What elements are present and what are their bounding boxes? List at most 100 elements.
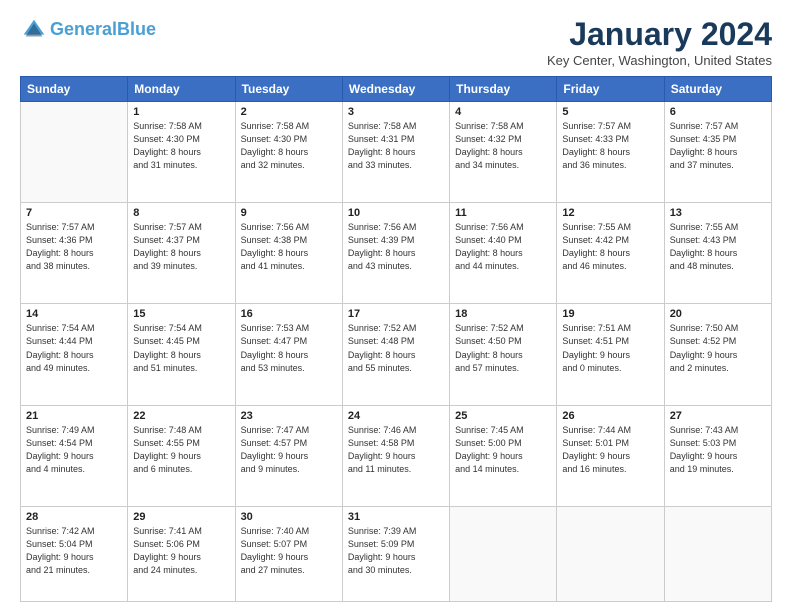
table-row: 11 Sunrise: 7:56 AMSunset: 4:40 PMDayligh… bbox=[450, 203, 557, 304]
day-info: Sunrise: 7:57 AMSunset: 4:36 PMDaylight:… bbox=[26, 221, 122, 273]
table-row bbox=[664, 506, 771, 601]
day-info: Sunrise: 7:53 AMSunset: 4:47 PMDaylight:… bbox=[241, 322, 337, 374]
calendar-week-row: 14 Sunrise: 7:54 AMSunset: 4:44 PMDayligh… bbox=[21, 304, 772, 405]
table-row: 31 Sunrise: 7:39 AMSunset: 5:09 PMDayligh… bbox=[342, 506, 449, 601]
day-info: Sunrise: 7:58 AMSunset: 4:30 PMDaylight:… bbox=[133, 120, 229, 172]
day-info: Sunrise: 7:49 AMSunset: 4:54 PMDaylight:… bbox=[26, 424, 122, 476]
day-info: Sunrise: 7:39 AMSunset: 5:09 PMDaylight:… bbox=[348, 525, 444, 577]
day-number: 28 bbox=[26, 511, 122, 523]
day-info: Sunrise: 7:40 AMSunset: 5:07 PMDaylight:… bbox=[241, 525, 337, 577]
day-info: Sunrise: 7:41 AMSunset: 5:06 PMDaylight:… bbox=[133, 525, 229, 577]
calendar-week-row: 1 Sunrise: 7:58 AMSunset: 4:30 PMDaylight… bbox=[21, 102, 772, 203]
table-row: 5 Sunrise: 7:57 AMSunset: 4:33 PMDaylight… bbox=[557, 102, 664, 203]
day-info: Sunrise: 7:45 AMSunset: 5:00 PMDaylight:… bbox=[455, 424, 551, 476]
table-row: 16Sunrise: 7:53 AMSunset: 4:47 PMDayligh… bbox=[235, 304, 342, 405]
day-info: Sunrise: 7:56 AMSunset: 4:38 PMDaylight:… bbox=[241, 221, 337, 273]
table-row: 26Sunrise: 7:44 AMSunset: 5:01 PMDayligh… bbox=[557, 405, 664, 506]
logo: GeneralBlue bbox=[20, 16, 156, 44]
day-number: 25 bbox=[455, 410, 551, 422]
calendar-week-row: 21 Sunrise: 7:49 AMSunset: 4:54 PMDayligh… bbox=[21, 405, 772, 506]
day-info: Sunrise: 7:57 AMSunset: 4:35 PMDaylight:… bbox=[670, 120, 766, 172]
day-number: 14 bbox=[26, 308, 122, 320]
col-friday: Friday bbox=[557, 77, 664, 102]
day-info: Sunrise: 7:54 AMSunset: 4:44 PMDaylight:… bbox=[26, 322, 122, 374]
table-row: 19Sunrise: 7:51 AMSunset: 4:51 PMDayligh… bbox=[557, 304, 664, 405]
table-row: 28 Sunrise: 7:42 AMSunset: 5:04 PMDayligh… bbox=[21, 506, 128, 601]
day-info: Sunrise: 7:58 AMSunset: 4:32 PMDaylight:… bbox=[455, 120, 551, 172]
day-number: 24 bbox=[348, 410, 444, 422]
table-row bbox=[21, 102, 128, 203]
day-number: 22 bbox=[133, 410, 229, 422]
day-info: Sunrise: 7:56 AMSunset: 4:39 PMDaylight:… bbox=[348, 221, 444, 273]
day-info: Sunrise: 7:50 AMSunset: 4:52 PMDaylight:… bbox=[670, 322, 766, 374]
day-number: 11 bbox=[455, 207, 551, 219]
logo-icon bbox=[20, 16, 48, 44]
table-row: 30 Sunrise: 7:40 AMSunset: 5:07 PMDayligh… bbox=[235, 506, 342, 601]
table-row: 1 Sunrise: 7:58 AMSunset: 4:30 PMDaylight… bbox=[128, 102, 235, 203]
day-info: Sunrise: 7:58 AMSunset: 4:31 PMDaylight:… bbox=[348, 120, 444, 172]
day-info: Sunrise: 7:47 AMSunset: 4:57 PMDaylight:… bbox=[241, 424, 337, 476]
day-info: Sunrise: 7:55 AMSunset: 4:42 PMDaylight:… bbox=[562, 221, 658, 273]
day-number: 19 bbox=[562, 308, 658, 320]
table-row: 14 Sunrise: 7:54 AMSunset: 4:44 PMDayligh… bbox=[21, 304, 128, 405]
day-info: Sunrise: 7:54 AMSunset: 4:45 PMDaylight:… bbox=[133, 322, 229, 374]
day-number: 23 bbox=[241, 410, 337, 422]
day-number: 1 bbox=[133, 106, 229, 118]
day-number: 20 bbox=[670, 308, 766, 320]
day-number: 30 bbox=[241, 511, 337, 523]
table-row: 4 Sunrise: 7:58 AMSunset: 4:32 PMDaylight… bbox=[450, 102, 557, 203]
col-saturday: Saturday bbox=[664, 77, 771, 102]
day-number: 21 bbox=[26, 410, 122, 422]
table-row: 27 Sunrise: 7:43 AMSunset: 5:03 PMDayligh… bbox=[664, 405, 771, 506]
day-info: Sunrise: 7:48 AMSunset: 4:55 PMDaylight:… bbox=[133, 424, 229, 476]
calendar-header-row: Sunday Monday Tuesday Wednesday Thursday… bbox=[21, 77, 772, 102]
table-row: 7 Sunrise: 7:57 AMSunset: 4:36 PMDaylight… bbox=[21, 203, 128, 304]
table-row: 29Sunrise: 7:41 AMSunset: 5:06 PMDayligh… bbox=[128, 506, 235, 601]
table-row: 18Sunrise: 7:52 AMSunset: 4:50 PMDayligh… bbox=[450, 304, 557, 405]
calendar-week-row: 28 Sunrise: 7:42 AMSunset: 5:04 PMDayligh… bbox=[21, 506, 772, 601]
calendar-table: Sunday Monday Tuesday Wednesday Thursday… bbox=[20, 76, 772, 602]
table-row: 8 Sunrise: 7:57 AMSunset: 4:37 PMDaylight… bbox=[128, 203, 235, 304]
day-number: 15 bbox=[133, 308, 229, 320]
day-number: 6 bbox=[670, 106, 766, 118]
day-number: 3 bbox=[348, 106, 444, 118]
col-sunday: Sunday bbox=[21, 77, 128, 102]
day-info: Sunrise: 7:56 AMSunset: 4:40 PMDaylight:… bbox=[455, 221, 551, 273]
day-number: 27 bbox=[670, 410, 766, 422]
table-row: 2Sunrise: 7:58 AMSunset: 4:30 PMDaylight… bbox=[235, 102, 342, 203]
table-row: 9Sunrise: 7:56 AMSunset: 4:38 PMDaylight… bbox=[235, 203, 342, 304]
table-row: 6 Sunrise: 7:57 AMSunset: 4:35 PMDaylight… bbox=[664, 102, 771, 203]
day-info: Sunrise: 7:52 AMSunset: 4:48 PMDaylight:… bbox=[348, 322, 444, 374]
location-title: Key Center, Washington, United States bbox=[547, 53, 772, 68]
day-number: 17 bbox=[348, 308, 444, 320]
day-info: Sunrise: 7:46 AMSunset: 4:58 PMDaylight:… bbox=[348, 424, 444, 476]
day-number: 5 bbox=[562, 106, 658, 118]
day-number: 10 bbox=[348, 207, 444, 219]
day-info: Sunrise: 7:44 AMSunset: 5:01 PMDaylight:… bbox=[562, 424, 658, 476]
day-info: Sunrise: 7:55 AMSunset: 4:43 PMDaylight:… bbox=[670, 221, 766, 273]
day-number: 2 bbox=[241, 106, 337, 118]
page: GeneralBlue January 2024 Key Center, Was… bbox=[0, 0, 792, 612]
calendar-week-row: 7 Sunrise: 7:57 AMSunset: 4:36 PMDaylight… bbox=[21, 203, 772, 304]
day-number: 31 bbox=[348, 511, 444, 523]
header: GeneralBlue January 2024 Key Center, Was… bbox=[20, 16, 772, 68]
day-info: Sunrise: 7:42 AMSunset: 5:04 PMDaylight:… bbox=[26, 525, 122, 577]
day-info: Sunrise: 7:43 AMSunset: 5:03 PMDaylight:… bbox=[670, 424, 766, 476]
day-number: 12 bbox=[562, 207, 658, 219]
table-row: 10 Sunrise: 7:56 AMSunset: 4:39 PMDayligh… bbox=[342, 203, 449, 304]
col-wednesday: Wednesday bbox=[342, 77, 449, 102]
table-row: 21 Sunrise: 7:49 AMSunset: 4:54 PMDayligh… bbox=[21, 405, 128, 506]
day-number: 7 bbox=[26, 207, 122, 219]
day-number: 8 bbox=[133, 207, 229, 219]
col-tuesday: Tuesday bbox=[235, 77, 342, 102]
table-row: 25 Sunrise: 7:45 AMSunset: 5:00 PMDayligh… bbox=[450, 405, 557, 506]
day-number: 18 bbox=[455, 308, 551, 320]
table-row: 3 Sunrise: 7:58 AMSunset: 4:31 PMDaylight… bbox=[342, 102, 449, 203]
table-row: 20 Sunrise: 7:50 AMSunset: 4:52 PMDayligh… bbox=[664, 304, 771, 405]
month-title: January 2024 bbox=[547, 16, 772, 53]
table-row: 22 Sunrise: 7:48 AMSunset: 4:55 PMDayligh… bbox=[128, 405, 235, 506]
table-row: 23 Sunrise: 7:47 AMSunset: 4:57 PMDayligh… bbox=[235, 405, 342, 506]
day-info: Sunrise: 7:57 AMSunset: 4:37 PMDaylight:… bbox=[133, 221, 229, 273]
day-number: 4 bbox=[455, 106, 551, 118]
day-info: Sunrise: 7:57 AMSunset: 4:33 PMDaylight:… bbox=[562, 120, 658, 172]
